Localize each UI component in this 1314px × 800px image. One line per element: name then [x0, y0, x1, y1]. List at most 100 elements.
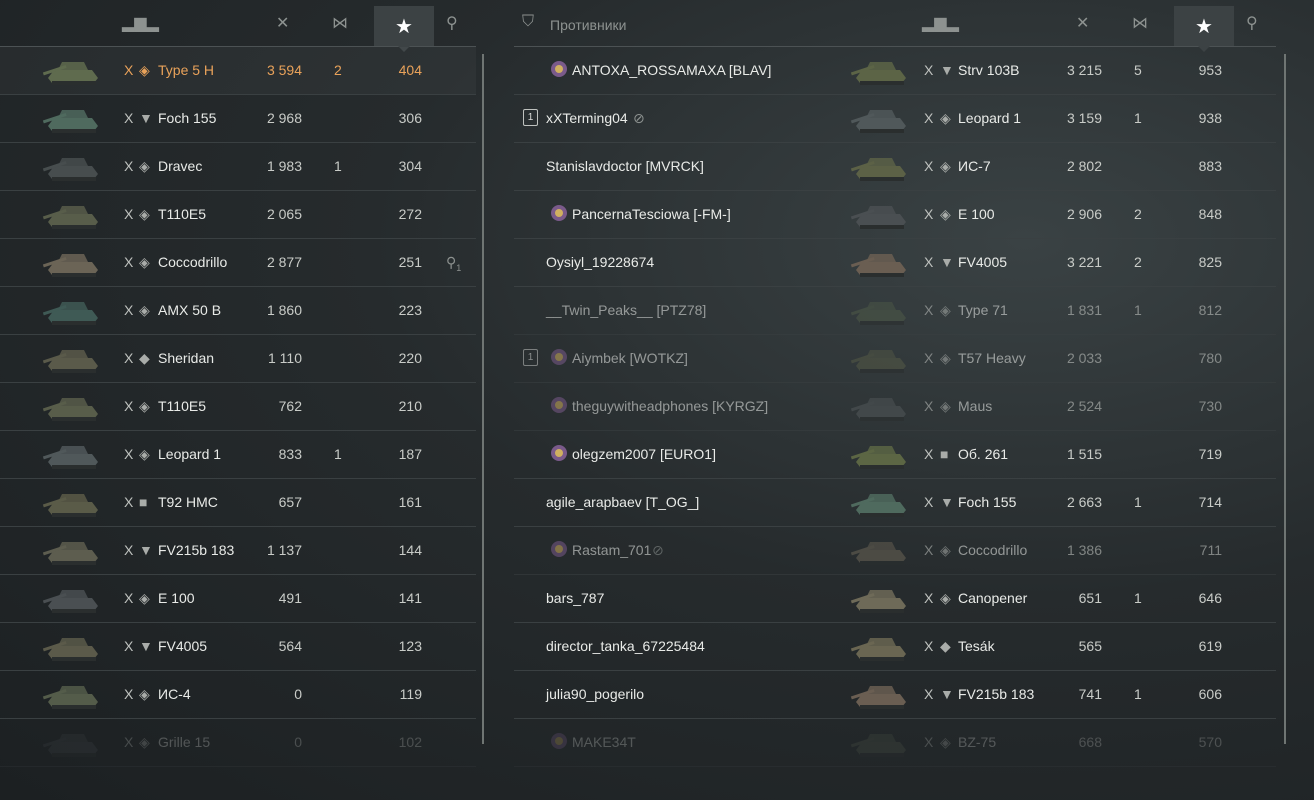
sort-by-xp-tab[interactable]: ★: [1174, 6, 1234, 52]
enemy-row[interactable]: 1 xXTerming04 ⊘ X ◈ Leopard 1 3 159 1 938: [514, 95, 1276, 143]
enemy-row[interactable]: __Twin_Peaks__ [PTZ78] X ◈ Type 71 1 831 1 812: [514, 287, 1276, 335]
tank-tier: X: [924, 158, 934, 174]
enemy-row[interactable]: olegzem2007 [EURO1] X ■ Об. 261 1 515 719: [514, 431, 1276, 479]
medal-icon[interactable]: ⚲1: [446, 254, 461, 273]
tank-class-icon: ▼: [940, 254, 954, 270]
player-name[interactable]: Stanislavdoctor [MVRCK]: [546, 158, 704, 174]
enemy-row[interactable]: ANTOXA_ROSSAMAXA [BLAV] X ▼ Strv 103B 3 215 5…: [514, 47, 1276, 95]
allies-scrollbar[interactable]: [482, 54, 484, 744]
player-name[interactable]: bars_787: [546, 590, 604, 606]
tank-name: FV215b 183: [158, 542, 235, 558]
enemy-row[interactable]: Stanislavdoctor [MVRCK] X ◈ ИС-7 2 802 883: [514, 143, 1276, 191]
xp-value: 883: [1198, 158, 1222, 174]
player-name[interactable]: julia90_pogerilo: [546, 686, 644, 702]
tank-name: FV215b 183: [958, 686, 1035, 702]
player-name[interactable]: Aiymbek [WOTKZ]: [572, 350, 688, 366]
ally-row[interactable]: X ◈ T110E5 2 065 272: [0, 191, 476, 239]
damage-value: 3 594: [266, 62, 302, 78]
tank-tier: X: [124, 638, 134, 654]
tank-class-icon: ◈: [139, 446, 150, 462]
damage-value: 762: [278, 398, 302, 414]
player-name[interactable]: theguywitheadphones [KYRGZ]: [572, 398, 768, 414]
player-name[interactable]: xXTerming04: [546, 110, 628, 126]
enemy-row[interactable]: PancernaTesciowa [-FM-] X ◈ E 100 2 906 2 848: [514, 191, 1276, 239]
tank-name: Foch 155: [958, 494, 1017, 510]
player-name[interactable]: MAKE34T: [572, 734, 636, 750]
damage-value: 2 802: [1066, 158, 1102, 174]
tank-icon: [848, 580, 914, 618]
damage-value: 668: [1078, 734, 1102, 750]
tank-icon: [40, 484, 106, 522]
tank-silhouette-icon[interactable]: ▂▆▂: [922, 13, 959, 33]
medal-icon[interactable]: ⚲: [446, 13, 458, 33]
player-name[interactable]: olegzem2007 [EURO1]: [572, 446, 716, 462]
frags-value: 1: [334, 446, 342, 462]
ally-row[interactable]: X ▼ FV4005 564 123: [0, 623, 476, 671]
enemy-row[interactable]: Oysiyl_19228674 X ▼ FV4005 3 221 2 825: [514, 239, 1276, 287]
tank-icon: [848, 100, 914, 138]
tank-tier: X: [924, 590, 934, 606]
enemy-row[interactable]: director_tanka_67225484 X ◆ Tesák 565 619: [514, 623, 1276, 671]
ally-row[interactable]: X ◈ Leopard 1 833 1 187: [0, 431, 476, 479]
ally-row[interactable]: X ▼ Foch 155 2 968 306: [0, 95, 476, 143]
enemy-row[interactable]: theguywitheadphones [KYRGZ] X ◈ Maus 2 524 73…: [514, 383, 1276, 431]
tank-class-icon: ◈: [940, 158, 951, 174]
enemy-row[interactable]: bars_787 X ◈ Canopener 651 1 646: [514, 575, 1276, 623]
player-name[interactable]: agile_arapbaev [T_OG_]: [546, 494, 699, 510]
tank-name: Tesák: [958, 638, 995, 654]
enemies-panel: ⛉ Противники ▂▆▂ ✕ ⋈ ★ ⚲ ANTOXA_ROSSAMAX…: [514, 0, 1276, 767]
frags-value: 1: [1134, 494, 1142, 510]
ally-row[interactable]: X ◈ T110E5 762 210: [0, 383, 476, 431]
sort-by-xp-tab[interactable]: ★: [374, 6, 434, 52]
clan-emblem-icon: [551, 541, 567, 557]
player-name[interactable]: director_tanka_67225484: [546, 638, 705, 654]
ally-row[interactable]: X ◈ AMX 50 B 1 860 223: [0, 287, 476, 335]
damage-value: 1 515: [1066, 446, 1102, 462]
player-name[interactable]: PancernaTesciowa [-FM-]: [572, 206, 731, 222]
spot-damage-icon[interactable]: ⋈: [332, 13, 348, 33]
xp-value: 570: [1198, 734, 1222, 750]
damage-value: 491: [278, 590, 302, 606]
tank-name: E 100: [958, 206, 995, 222]
tank-icon: [40, 580, 106, 618]
crossed-swords-icon[interactable]: ✕: [1076, 13, 1089, 33]
ally-row[interactable]: X ◈ E 100 491 141: [0, 575, 476, 623]
ally-row[interactable]: X ◈ Dravec 1 983 1 304: [0, 143, 476, 191]
medal-icon[interactable]: ⚲: [1246, 13, 1258, 33]
tank-icon: [40, 388, 106, 426]
enemy-row[interactable]: julia90_pogerilo X ▼ FV215b 183 741 1 606: [514, 671, 1276, 719]
xp-value: 223: [398, 302, 422, 318]
player-name[interactable]: ANTOXA_ROSSAMAXA [BLAV]: [572, 62, 771, 78]
enemy-row[interactable]: agile_arapbaev [T_OG_] X ▼ Foch 155 2 663 1 71…: [514, 479, 1276, 527]
damage-value: 2 968: [266, 110, 302, 126]
damage-value: 1 110: [268, 350, 302, 366]
enemy-row[interactable]: MAKE34T X ◈ BZ-75 668 570: [514, 719, 1276, 767]
ally-row[interactable]: X ◈ ИС-4 0 119: [0, 671, 476, 719]
damage-value: 2 524: [1066, 398, 1102, 414]
ally-row[interactable]: X ▼ FV215b 183 1 137 144: [0, 527, 476, 575]
xp-value: 714: [1198, 494, 1222, 510]
enemy-row[interactable]: 1 Aiymbek [WOTKZ] X ◈ T57 Heavy 2 033 780: [514, 335, 1276, 383]
ally-row[interactable]: X ■ T92 HMC 657 161: [0, 479, 476, 527]
crossed-swords-icon[interactable]: ✕: [276, 13, 289, 33]
enemy-row[interactable]: Rastam_701 ⊘ X ◈ Coccodrillo 1 386 711: [514, 527, 1276, 575]
ally-row[interactable]: X ◈ Coccodrillo 2 877 251 ⚲1: [0, 239, 476, 287]
player-name[interactable]: Oysiyl_19228674: [546, 254, 654, 270]
tank-name: FV4005: [958, 254, 1008, 270]
tank-class-icon: ▼: [139, 542, 153, 558]
damage-value: 1 860: [266, 302, 302, 318]
player-name[interactable]: Rastam_701: [572, 542, 651, 558]
ally-row[interactable]: X ◈ Type 5 H 3 594 2 404: [0, 47, 476, 95]
tank-icon: [40, 724, 106, 762]
clan-emblem-icon: [551, 397, 567, 413]
tank-icon: [848, 340, 914, 378]
enemies-scrollbar[interactable]: [1284, 54, 1286, 744]
tank-silhouette-icon[interactable]: ▂▆▂: [122, 13, 159, 33]
ally-row[interactable]: X ◈ Grille 15 0 102: [0, 719, 476, 767]
enemies-title: Противники: [550, 17, 627, 33]
ally-row[interactable]: X ◆ Sheridan 1 110 220: [0, 335, 476, 383]
player-name[interactable]: __Twin_Peaks__ [PTZ78]: [546, 302, 706, 318]
spot-damage-icon[interactable]: ⋈: [1132, 13, 1148, 33]
tank-tier: X: [924, 254, 934, 270]
damage-value: 651: [1078, 590, 1102, 606]
